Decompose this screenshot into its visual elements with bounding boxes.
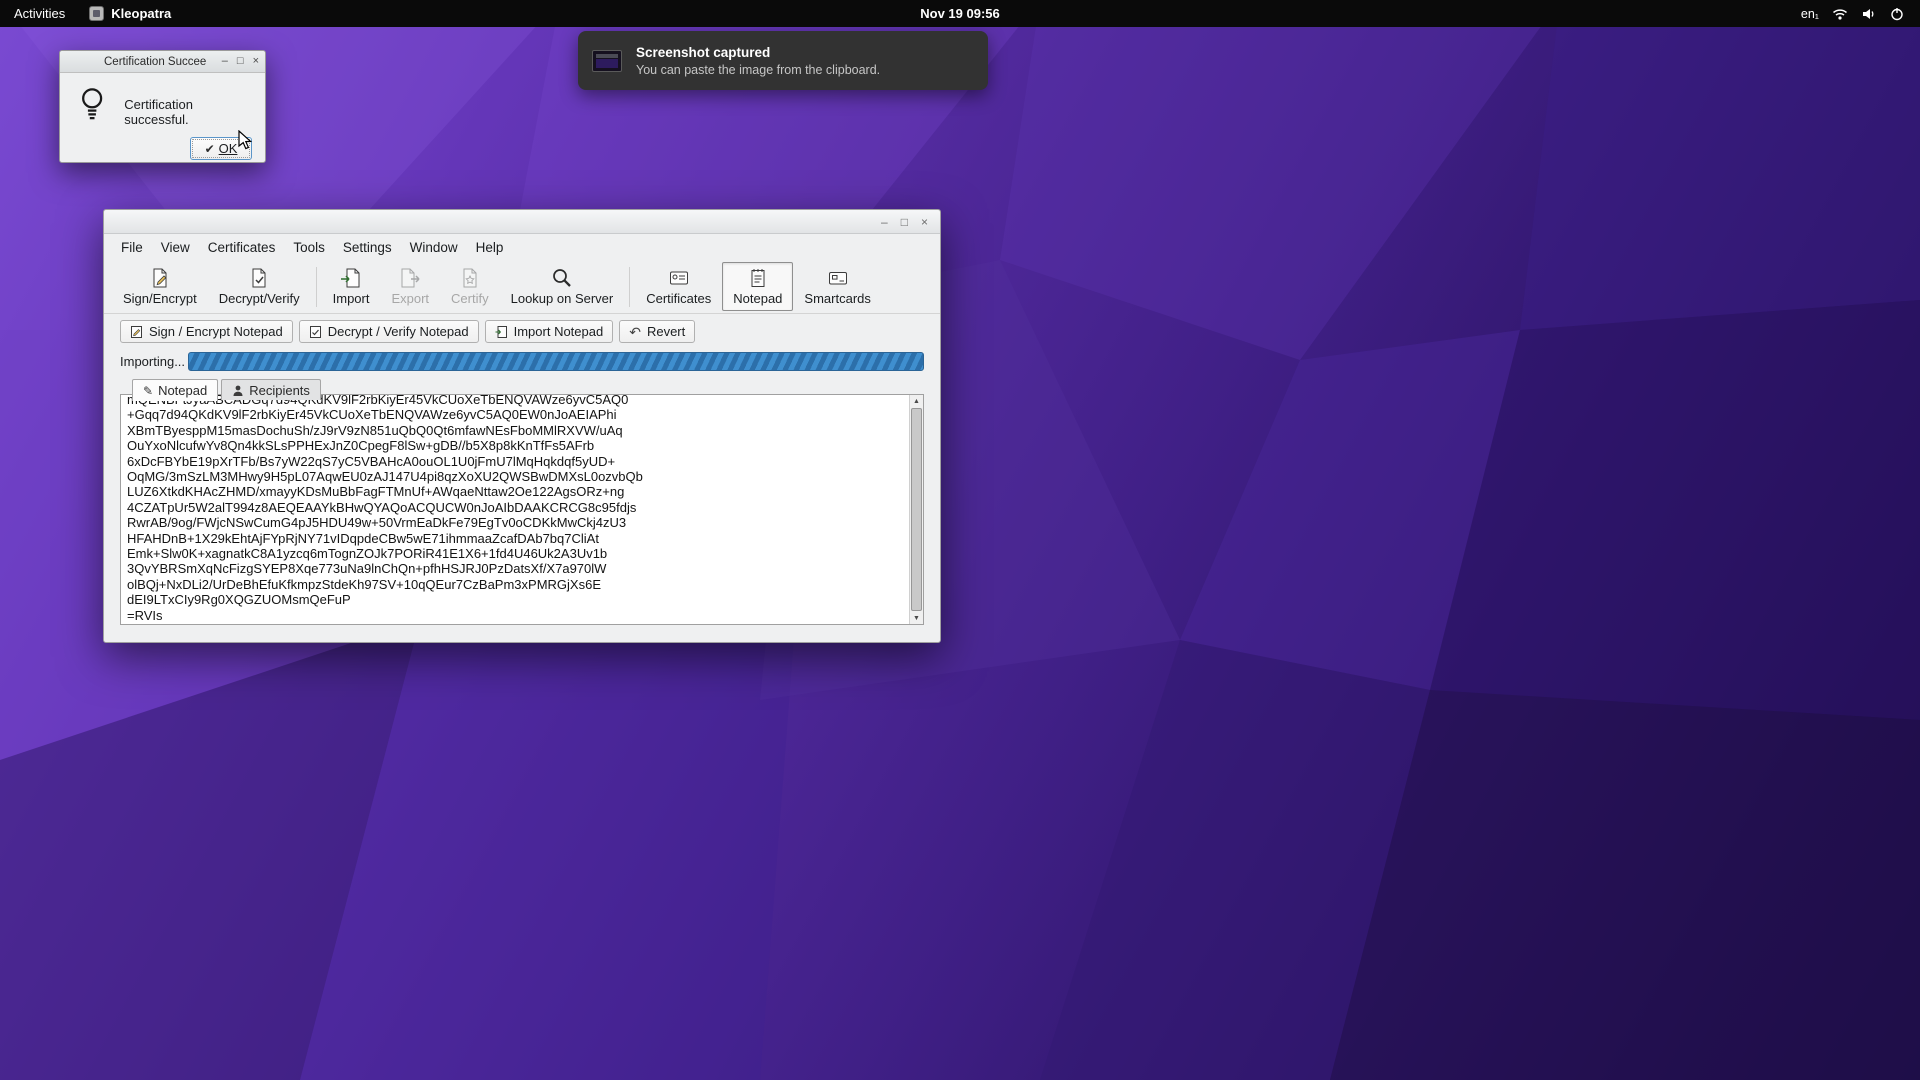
- notification-body: You can paste the image from the clipboa…: [636, 62, 880, 78]
- notification-title: Screenshot captured: [636, 44, 880, 62]
- dialog-maximize-button[interactable]: □: [237, 56, 244, 67]
- clock[interactable]: Nov 19 09:56: [920, 6, 1000, 21]
- dialog-minimize-button[interactable]: –: [222, 56, 228, 67]
- mouse-cursor: [238, 130, 256, 152]
- import-icon: [340, 267, 362, 289]
- focused-app-indicator[interactable]: Kleopatra: [79, 6, 181, 21]
- gnome-top-bar: Activities Kleopatra Nov 19 09:56 en₁: [0, 0, 1920, 27]
- notepad-textarea[interactable]: mQENBFtJyaABCADGq7d94QKdKV9lF2rbKiyEr45V…: [120, 394, 924, 625]
- import-progress-bar: [188, 352, 924, 371]
- notepad-line: +Gqq7d94QKdKV9lF2rbKiyEr45VkCUoXeTbENQVA…: [127, 407, 905, 422]
- notepad-line: -----END PGP PUBLIC KEY BLOCK-----: [127, 623, 905, 624]
- kleopatra-window: – □ × File View Certificates Tools Setti…: [103, 209, 941, 643]
- sign-encrypt-notepad-button[interactable]: Sign / Encrypt Notepad: [120, 320, 293, 343]
- notepad-tab-bar: ✎ Notepad Recipients: [104, 371, 940, 400]
- import-notepad-button[interactable]: Import Notepad: [485, 320, 614, 343]
- dialog-message: Certification successful.: [124, 85, 253, 127]
- decrypt-verify-icon: [248, 267, 270, 289]
- dialog-title: Certification Succee: [104, 56, 206, 68]
- menu-file[interactable]: File: [112, 237, 152, 258]
- vertical-scrollbar[interactable]: ▲ ▼: [909, 395, 923, 624]
- scrollbar-thumb[interactable]: [911, 408, 922, 611]
- volume-icon: [1861, 7, 1877, 21]
- import-progress-row: Importing...: [104, 343, 940, 371]
- menu-tools[interactable]: Tools: [284, 237, 334, 258]
- lightbulb-icon: [78, 85, 106, 123]
- kleopatra-app-icon: [89, 6, 104, 21]
- notepad-line: XBmTByesppM15masDochuSh/zJ9rV9zN851uQbQ0…: [127, 423, 905, 438]
- dialog-close-button[interactable]: ×: [253, 56, 259, 67]
- tab-recipients[interactable]: Recipients: [221, 379, 321, 400]
- notepad-icon: [747, 267, 769, 289]
- toolbar-separator: [316, 267, 317, 307]
- smartcard-icon: [827, 267, 849, 289]
- certification-dialog: Certification Succee – □ × Certification…: [59, 50, 266, 163]
- check-icon: ✔: [205, 142, 215, 156]
- wifi-icon: [1832, 7, 1848, 21]
- keyboard-layout-indicator: en₁: [1801, 7, 1819, 21]
- notepad-line: 4CZATpUr5W2alT994z8AEQEAAYkBHwQYAQoACQUC…: [127, 500, 905, 515]
- menu-settings[interactable]: Settings: [334, 237, 401, 258]
- screenshot-notification[interactable]: Screenshot captured You can paste the im…: [578, 31, 988, 90]
- search-icon: [551, 267, 573, 289]
- decrypt-verify-notepad-button[interactable]: Decrypt / Verify Notepad: [299, 320, 479, 343]
- menu-certificates[interactable]: Certificates: [199, 237, 285, 258]
- toolbar-sign-encrypt[interactable]: Sign/Encrypt: [112, 262, 208, 311]
- toolbar-certify: Certify: [440, 262, 500, 311]
- system-status-area[interactable]: en₁: [1801, 0, 1920, 27]
- toolbar: Sign/Encrypt Decrypt/Verify Import Expor…: [104, 260, 940, 314]
- revert-button[interactable]: ↶ Revert: [619, 320, 695, 343]
- window-minimize-button[interactable]: –: [881, 216, 888, 228]
- person-icon: [232, 384, 244, 397]
- menu-window[interactable]: Window: [401, 237, 467, 258]
- scroll-down-button[interactable]: ▼: [910, 612, 923, 624]
- notepad-line: LUZ6XtkdKHAcZHMD/xmayyKDsMuBbFagFTMnUf+A…: [127, 484, 905, 499]
- toolbar-lookup-on-server[interactable]: Lookup on Server: [500, 262, 625, 311]
- toolbar-export: Export: [380, 262, 440, 311]
- notepad-line: RwrAB/9og/FWjcNSwCumG4pJ5HDU49w+50VrmEaD…: [127, 515, 905, 530]
- revert-icon: ↶: [629, 326, 641, 338]
- notepad-line: Emk+Slw0K+xagnatkC8A1yzcq6mTognZOJk7PORi…: [127, 546, 905, 561]
- notepad-line: 6xDcFBYbE19pXrTFb/Bs7yW22qS7yC5VBAHcA0ou…: [127, 454, 905, 469]
- notepad-line: olBQj+NxDLi2/UrDeBhEfuKfkmpzStdeKh97SV+1…: [127, 577, 905, 592]
- export-icon: [399, 267, 421, 289]
- window-maximize-button[interactable]: □: [901, 216, 908, 228]
- toolbar-decrypt-verify[interactable]: Decrypt/Verify: [208, 262, 311, 311]
- activities-button[interactable]: Activities: [0, 0, 79, 27]
- menu-view[interactable]: View: [152, 237, 199, 258]
- toolbar-certificates[interactable]: Certificates: [635, 262, 722, 311]
- notepad-line: dEI9LTxCIy9Rg0XQGZUOMsmQeFuP: [127, 592, 905, 607]
- menubar: File View Certificates Tools Settings Wi…: [104, 234, 940, 260]
- notepad-text: mQENBFtJyaABCADGq7d94QKdKV9lF2rbKiyEr45V…: [127, 394, 905, 624]
- focused-app-name: Kleopatra: [111, 6, 171, 21]
- menu-help[interactable]: Help: [467, 237, 513, 258]
- import-doc-icon: [495, 325, 508, 339]
- notepad-action-row: Sign / Encrypt Notepad Decrypt / Verify …: [104, 314, 940, 343]
- verify-doc-icon: [309, 325, 322, 339]
- notepad-line: 3QvYBRSmXqNcFizgSYEP8Xqe773uNa9lnChQn+pf…: [127, 561, 905, 576]
- screenshot-thumbnail-icon: [592, 50, 622, 72]
- progress-label: Importing...: [120, 354, 181, 369]
- sign-encrypt-icon: [149, 267, 171, 289]
- certificates-icon: [668, 267, 690, 289]
- notepad-line: =RVIs: [127, 608, 905, 623]
- toolbar-smartcards[interactable]: Smartcards: [793, 262, 881, 311]
- certify-icon: [459, 267, 481, 289]
- dialog-titlebar[interactable]: Certification Succee – □ ×: [60, 51, 265, 73]
- tab-notepad[interactable]: ✎ Notepad: [132, 379, 218, 401]
- pencil-icon: ✎: [143, 384, 153, 398]
- sign-doc-icon: [130, 325, 143, 339]
- toolbar-notepad[interactable]: Notepad: [722, 262, 793, 311]
- notepad-line: HFAHDnB+1X29kEhtAjFYpRjNY71vIDqpdeCBw5wE…: [127, 531, 905, 546]
- window-titlebar[interactable]: – □ ×: [104, 210, 940, 234]
- notepad-line: OqMG/3mSzLM3MHwy9H5pL07AqwEU0zAJ147U4pi8…: [127, 469, 905, 484]
- window-close-button[interactable]: ×: [921, 216, 928, 228]
- toolbar-separator: [629, 267, 630, 307]
- notepad-line: OuYxoNlcufwYv8Qn4kkSLsPPHExJnZ0CpegF8lSw…: [127, 438, 905, 453]
- power-icon: [1890, 7, 1904, 21]
- toolbar-import[interactable]: Import: [322, 262, 381, 311]
